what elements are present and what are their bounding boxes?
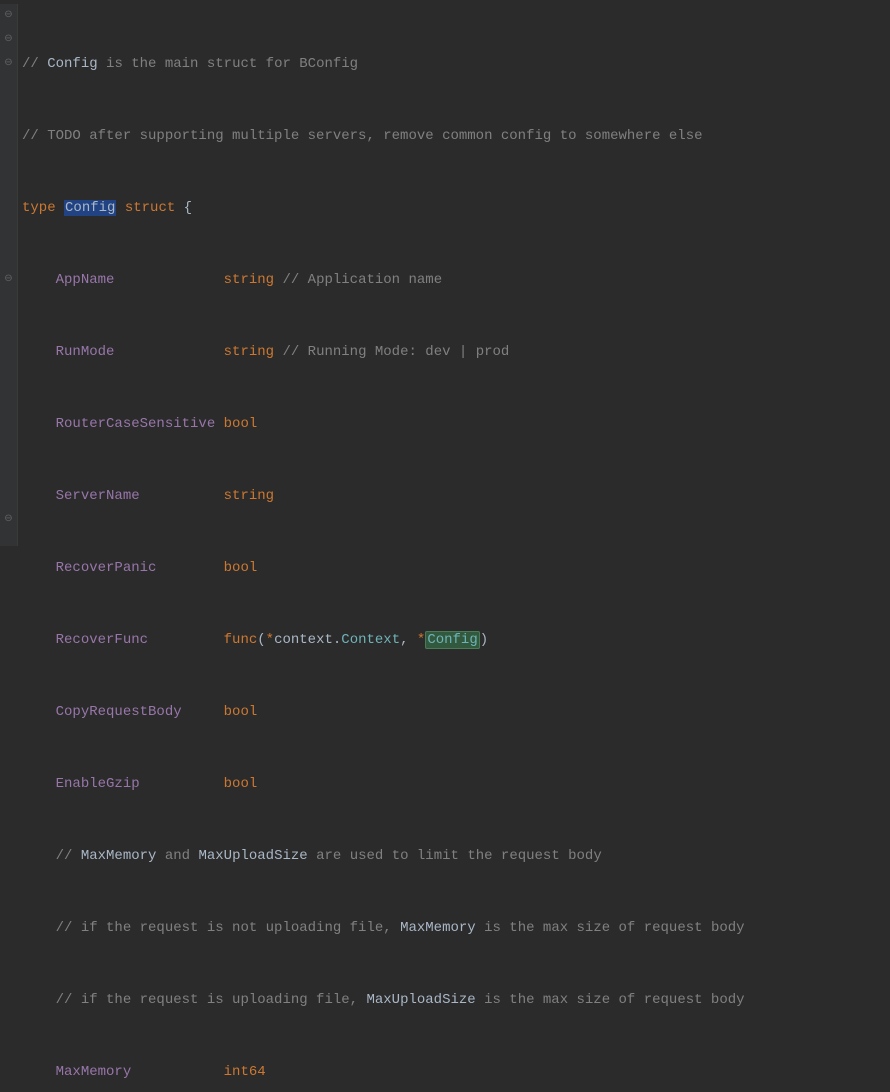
code-line[interactable]: RecoverFunc func(*context.Context, *Conf… (22, 628, 890, 652)
code-line[interactable]: // if the request is not uploading file,… (22, 916, 890, 940)
code-line[interactable]: EnableGzip bool (22, 772, 890, 796)
code-line[interactable]: // Config is the main struct for BConfig (22, 52, 890, 76)
code-line[interactable]: type Config struct { (22, 196, 890, 220)
code-line[interactable]: RouterCaseSensitive bool (22, 412, 890, 436)
code-line[interactable]: ServerName string (22, 484, 890, 508)
code-line[interactable]: RunMode string // Running Mode: dev | pr… (22, 340, 890, 364)
code-line[interactable]: MaxMemory int64 (22, 1060, 890, 1084)
code-line[interactable]: AppName string // Application name (22, 268, 890, 292)
code-line[interactable]: CopyRequestBody bool (22, 700, 890, 724)
type-ref-config: Config (425, 631, 479, 649)
fold-icon[interactable]: ⊖ (0, 52, 17, 76)
fold-icon[interactable]: ⊖ (0, 268, 17, 292)
code-line[interactable]: // MaxMemory and MaxUploadSize are used … (22, 844, 890, 868)
fold-icon[interactable]: ⊖ (0, 28, 17, 52)
code-line[interactable]: // TODO after supporting multiple server… (22, 124, 890, 148)
code-line[interactable]: RecoverPanic bool (22, 556, 890, 580)
fold-icon[interactable]: ⊖ (0, 508, 17, 532)
type-name-config: Config (64, 200, 116, 216)
gutter: ⊖ ⊖ ⊖ ⊖ ⊖ (0, 4, 18, 546)
code-area[interactable]: // Config is the main struct for BConfig… (18, 4, 890, 546)
code-line[interactable]: // if the request is uploading file, Max… (22, 988, 890, 1012)
fold-icon[interactable]: ⊖ (0, 4, 17, 28)
code-editor[interactable]: ⊖ ⊖ ⊖ ⊖ ⊖ // Config is the main struct f… (0, 0, 890, 546)
